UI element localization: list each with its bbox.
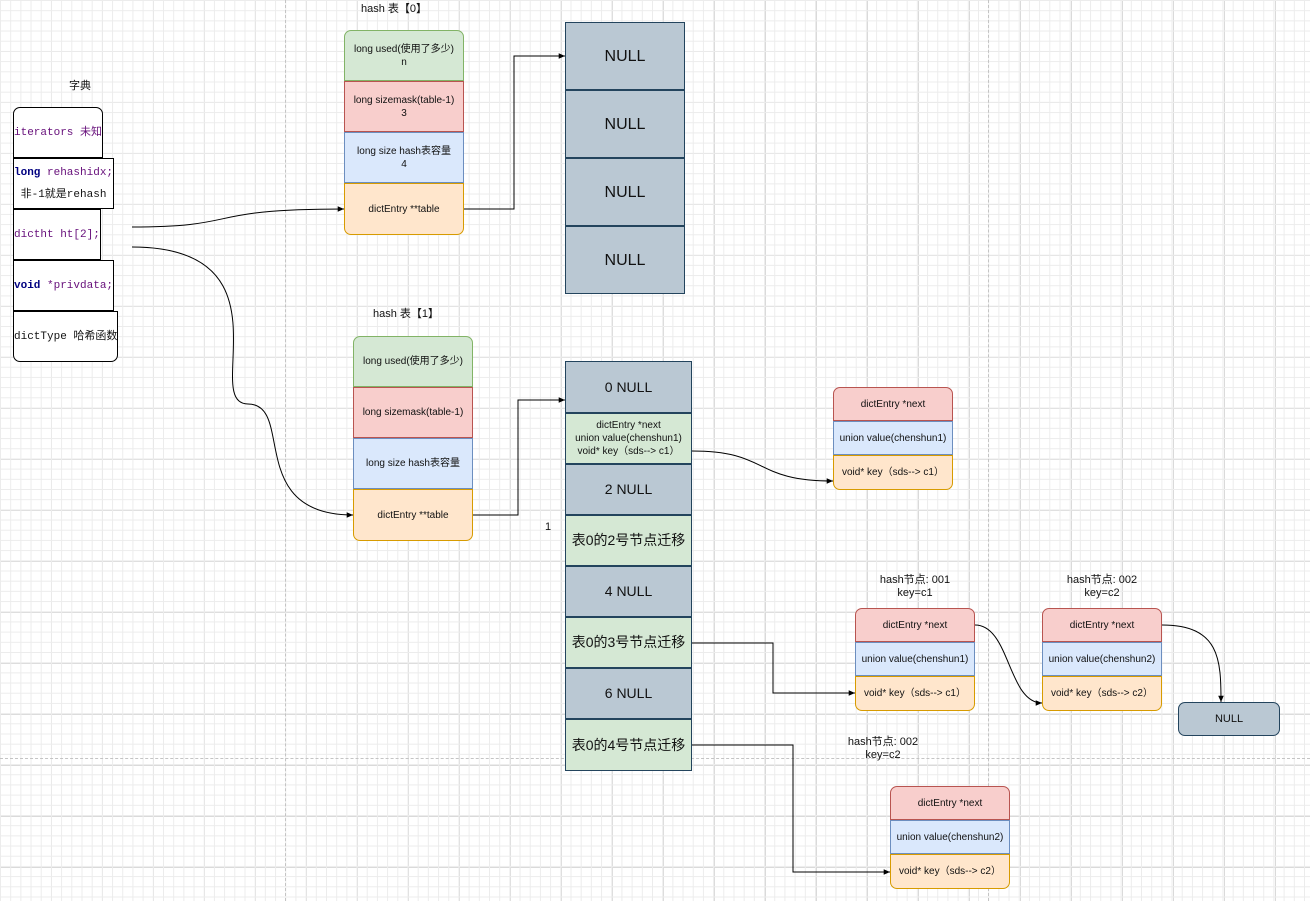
arrow-bucket5-to-node-001 — [692, 642, 855, 696]
arrow-bucket1-to-entry — [691, 450, 834, 484]
arrow-ht1-table-to-buckets — [473, 397, 565, 516]
arrow-ht1-to-table — [131, 246, 354, 518]
connector-layer — [131, 53, 1224, 875]
arrow-node-002-to-null — [1161, 624, 1224, 703]
arrow-node-001-to-node-002 — [974, 624, 1043, 706]
arrow-bucket7-to-node-002b — [692, 744, 890, 875]
arrow-ht0-table-to-buckets — [464, 53, 565, 210]
arrow-ht0-to-table — [131, 206, 345, 228]
